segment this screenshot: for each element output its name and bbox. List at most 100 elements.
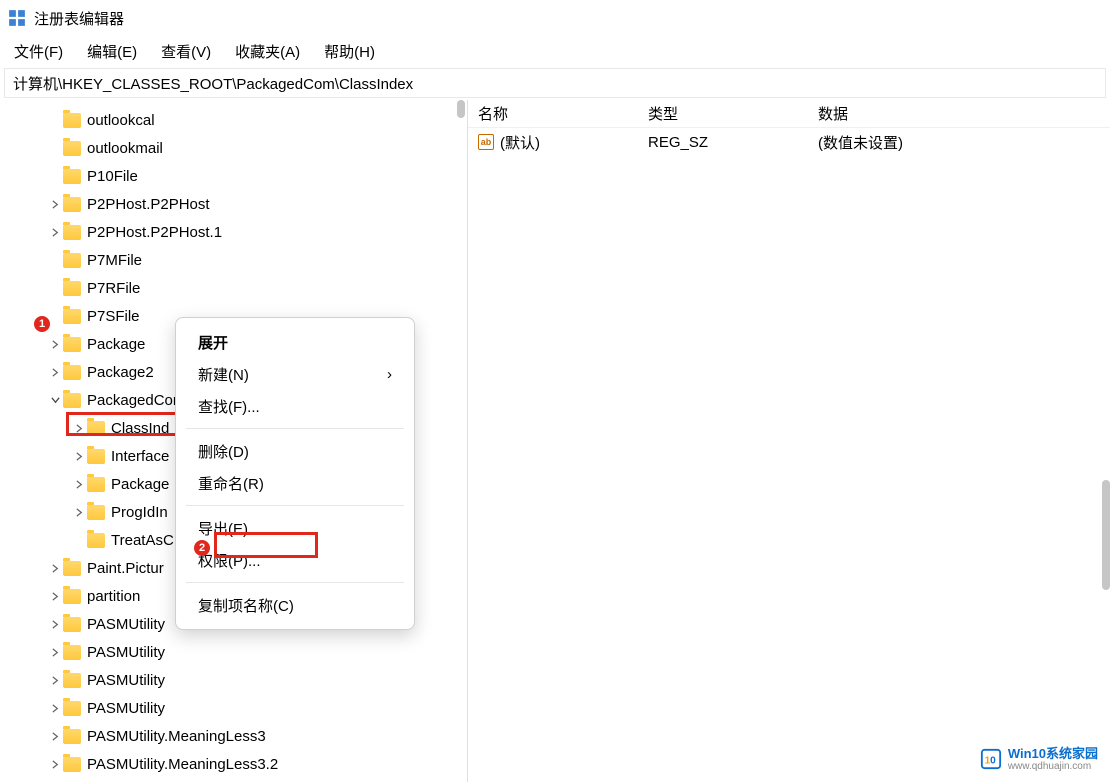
chevron-placeholder [48, 309, 62, 323]
tree-node-label: P7SFile [87, 308, 140, 325]
folder-icon [63, 617, 81, 632]
window-title: 注册表编辑器 [34, 8, 124, 29]
chevron-right-icon[interactable] [48, 197, 62, 211]
tree-node[interactable]: P7MFile [0, 246, 467, 274]
ctx-separator [186, 582, 404, 583]
context-menu: 展开 新建(N) › 查找(F)... 删除(D) 重命名(R) 导出(E) 权… [175, 317, 415, 630]
menu-edit[interactable]: 编辑(E) [81, 39, 143, 64]
tree-node[interactable]: P7RFile [0, 274, 467, 302]
watermark-title: Win10系统家园 [1008, 747, 1098, 761]
menu-help[interactable]: 帮助(H) [318, 39, 381, 64]
tree-node[interactable]: P10File [0, 162, 467, 190]
tree-node[interactable]: outlookcal [0, 106, 467, 134]
folder-icon [63, 561, 81, 576]
chevron-placeholder [48, 169, 62, 183]
tree-node-label: PackagedCom [87, 392, 185, 409]
tree-node[interactable]: outlookmail [0, 134, 467, 162]
chevron-right-icon[interactable] [48, 561, 62, 575]
chevron-right-icon[interactable] [48, 225, 62, 239]
chevron-right-icon[interactable] [48, 729, 62, 743]
chevron-right-icon[interactable] [48, 645, 62, 659]
chevron-right-icon[interactable] [48, 337, 62, 351]
tree-node-label: Package [87, 336, 145, 353]
folder-icon [87, 421, 105, 436]
chevron-right-icon[interactable] [48, 701, 62, 715]
folder-icon [63, 225, 81, 240]
ctx-find[interactable]: 查找(F)... [176, 390, 414, 422]
tree-node[interactable]: P2PHost.P2PHost.1 [0, 218, 467, 246]
tree-node-label: Interface [111, 448, 169, 465]
chevron-right-icon[interactable] [48, 757, 62, 771]
chevron-down-icon[interactable] [48, 393, 62, 407]
string-value-icon: ab [478, 134, 494, 150]
tree-node-label: TreatAsC [111, 532, 174, 549]
ctx-permissions[interactable]: 权限(P)... [176, 544, 414, 576]
folder-icon [63, 113, 81, 128]
folder-icon [63, 729, 81, 744]
ctx-export[interactable]: 导出(E) [176, 512, 414, 544]
tree-node-label: ClassInd [111, 420, 169, 437]
col-name[interactable]: 名称 [468, 103, 638, 124]
chevron-right-icon[interactable] [48, 589, 62, 603]
watermark: 1 0 Win10系统家园 www.qdhuajin.com [980, 747, 1098, 772]
folder-icon [63, 169, 81, 184]
watermark-logo-icon: 1 0 [980, 748, 1002, 770]
titlebar: 注册表编辑器 [0, 0, 1110, 36]
address-text: 计算机\HKEY_CLASSES_ROOT\PackagedCom\ClassI… [13, 73, 413, 94]
folder-icon [87, 449, 105, 464]
annotation-badge-2: 2 [194, 540, 210, 556]
tree-node-label: ProgIdIn [111, 504, 168, 521]
tree-node-label: PASMUtility [87, 672, 165, 689]
chevron-right-icon[interactable] [48, 673, 62, 687]
col-type[interactable]: 类型 [638, 103, 808, 124]
tree-node[interactable]: PASMUtility [0, 638, 467, 666]
svg-text:0: 0 [990, 756, 996, 767]
chevron-right-icon[interactable] [72, 421, 86, 435]
list-scrollbar-thumb[interactable] [1102, 480, 1110, 590]
folder-icon [63, 645, 81, 660]
tree-node-label: PASMUtility [87, 644, 165, 661]
folder-icon [63, 309, 81, 324]
tree-node-label: P7MFile [87, 252, 142, 269]
ctx-expand[interactable]: 展开 [176, 326, 414, 358]
ctx-separator [186, 428, 404, 429]
watermark-sub: www.qdhuajin.com [1008, 761, 1098, 772]
tree-node[interactable]: PASMUtility.MeaningLess3.2 [0, 750, 467, 778]
folder-icon [63, 337, 81, 352]
chevron-right-icon[interactable] [48, 365, 62, 379]
chevron-right-icon[interactable] [72, 477, 86, 491]
value-type: REG_SZ [638, 134, 808, 151]
tree-node[interactable]: PASMUtility.MeaningLess3 [0, 722, 467, 750]
list-pane[interactable]: 名称 类型 数据 ab (默认) REG_SZ (数值未设置) [468, 100, 1110, 782]
ctx-copy-key-name[interactable]: 复制项名称(C) [176, 589, 414, 621]
address-bar[interactable]: 计算机\HKEY_CLASSES_ROOT\PackagedCom\ClassI… [4, 68, 1106, 98]
chevron-placeholder [48, 141, 62, 155]
value-data: (数值未设置) [808, 132, 1110, 153]
folder-icon [87, 533, 105, 548]
list-row[interactable]: ab (默认) REG_SZ (数值未设置) [468, 128, 1110, 156]
value-name: (默认) [500, 132, 540, 153]
menubar: 文件(F) 编辑(E) 查看(V) 收藏夹(A) 帮助(H) [0, 36, 1110, 66]
chevron-placeholder [72, 533, 86, 547]
ctx-new[interactable]: 新建(N) › [176, 358, 414, 390]
folder-icon [63, 253, 81, 268]
menu-view[interactable]: 查看(V) [155, 39, 217, 64]
tree-node-label: Package [111, 476, 169, 493]
chevron-right-icon[interactable] [72, 505, 86, 519]
tree-node-label: PASMUtility [87, 700, 165, 717]
app-icon [8, 9, 26, 27]
tree-node-label: outlookmail [87, 140, 163, 157]
tree-node[interactable]: PASMUtility [0, 694, 467, 722]
tree-node[interactable]: P2PHost.P2PHost [0, 190, 467, 218]
chevron-right-icon[interactable] [72, 449, 86, 463]
annotation-badge-1: 1 [34, 316, 50, 332]
chevron-right-icon[interactable] [48, 617, 62, 631]
ctx-rename[interactable]: 重命名(R) [176, 467, 414, 499]
ctx-delete[interactable]: 删除(D) [176, 435, 414, 467]
col-data[interactable]: 数据 [808, 103, 1110, 124]
menu-favorites[interactable]: 收藏夹(A) [229, 39, 306, 64]
tree-node-label: PASMUtility.MeaningLess3.2 [87, 756, 278, 773]
menu-file[interactable]: 文件(F) [8, 39, 69, 64]
folder-icon [63, 365, 81, 380]
tree-node[interactable]: PASMUtility [0, 666, 467, 694]
